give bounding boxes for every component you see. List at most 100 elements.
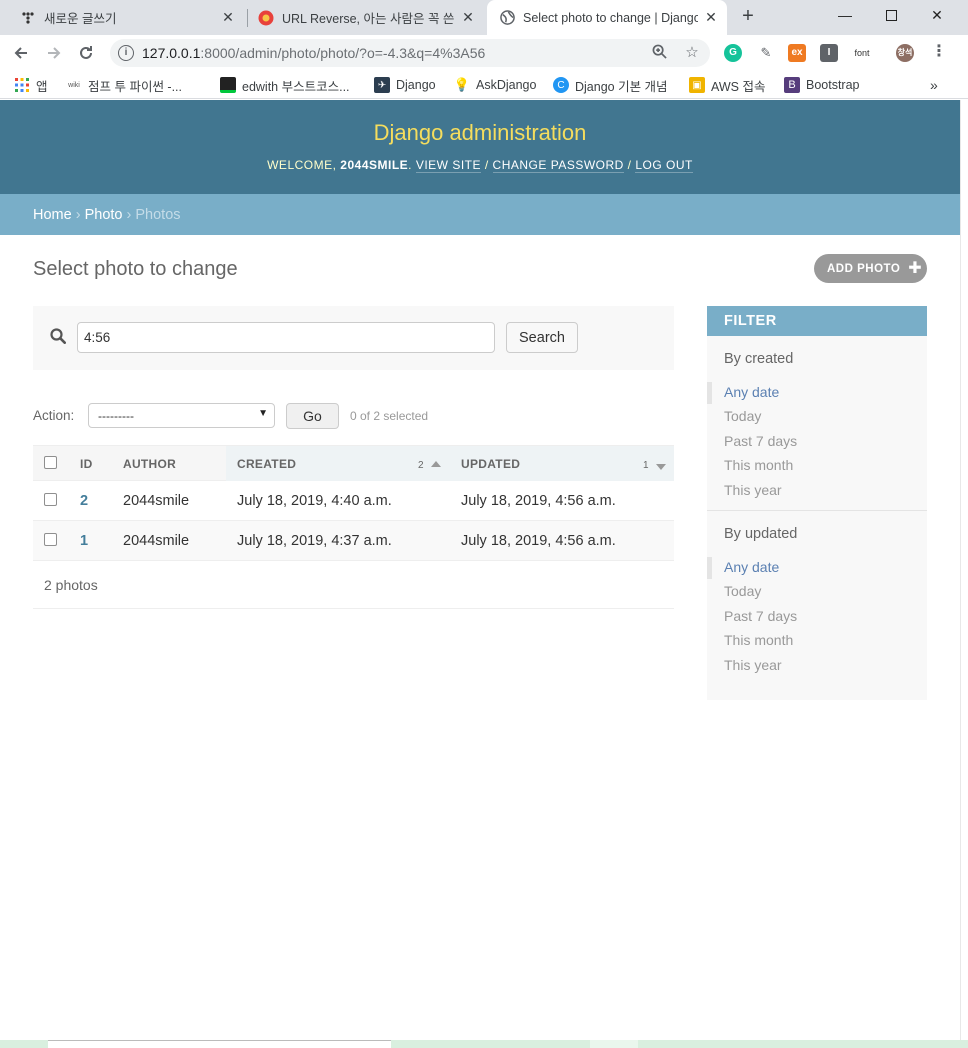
bookmark-askdjango[interactable]: 💡 AskDjango [454, 76, 537, 94]
filter-created-today[interactable]: Today [724, 406, 910, 430]
search-icon [50, 328, 66, 344]
tab-url-reverse[interactable]: URL Reverse, 아는 사람은 꼭 쓴 ✕ [250, 0, 484, 35]
extension-ex-icon[interactable]: ex [788, 44, 806, 62]
bookmark-aws[interactable]: ▣ AWS 접속 [689, 76, 765, 94]
filter-created-this-year[interactable]: This year [724, 480, 910, 504]
row-checkbox[interactable] [44, 533, 57, 546]
window-edge [960, 100, 968, 1040]
search-button[interactable]: Search [506, 322, 578, 353]
bootstrap-icon: B [784, 77, 800, 93]
table-row: 2 2044smile July 18, 2019, 4:40 a.m. Jul… [33, 481, 674, 521]
font-extension-label: font [854, 48, 870, 58]
column-created[interactable]: Created 2 [226, 446, 450, 481]
bookmark-apps[interactable]: 앱 [14, 76, 48, 94]
eyedropper-icon[interactable]: ✎ [757, 44, 775, 62]
plus-icon: ✚ [908, 259, 923, 277]
column-id[interactable]: ID [80, 446, 93, 481]
url-path: :8000/admin/photo/photo/?o=-4.3&q=4%3A56 [200, 45, 486, 61]
tistory-icon [20, 10, 36, 26]
column-created-label: Created [237, 457, 297, 471]
avatar[interactable]: 창석 [896, 44, 914, 62]
row-updated: July 18, 2019, 4:56 a.m. [461, 493, 616, 509]
select-all-checkbox[interactable] [44, 456, 57, 469]
back-icon[interactable] [9, 41, 33, 65]
search-input[interactable] [77, 322, 495, 353]
filter-created-past-7-days[interactable]: Past 7 days [724, 431, 910, 455]
tab-new-post[interactable]: 새로운 글쓰기 ✕ [12, 0, 244, 35]
close-icon[interactable]: ✕ [460, 9, 476, 25]
window-close-icon[interactable]: ✕ [914, 0, 960, 30]
filter-group-updated: By updated Any date Today Past 7 days Th… [707, 526, 927, 679]
address-bar[interactable]: i 127.0.0.1:8000/admin/photo/photo/?o=-4… [110, 39, 710, 67]
filter-updated-today[interactable]: Today [724, 581, 910, 605]
site-branding[interactable]: Django administration [0, 120, 960, 146]
star-icon[interactable]: ☆ [683, 44, 701, 62]
filter-updated-this-month[interactable]: This month [724, 630, 910, 654]
minimize-icon[interactable]: — [822, 0, 868, 30]
extension-i-icon[interactable]: I [820, 44, 838, 62]
log-out-link[interactable]: Log out [635, 158, 693, 173]
breadcrumb-home[interactable]: Home [33, 207, 72, 223]
profile-label: 창석 [897, 48, 913, 57]
bookmark-django-basics[interactable]: C Django 기본 개념 [553, 76, 668, 94]
changelist-filter: Filter By created Any date Today Past 7 … [707, 306, 927, 700]
view-site-link[interactable]: View site [415, 158, 482, 173]
filter-updated-any-date[interactable]: Any date [707, 556, 910, 581]
sort-descending-icon[interactable] [656, 464, 666, 470]
filter-group-created: By created Any date Today Past 7 days Th… [707, 351, 927, 504]
grammarly-icon[interactable]: G [724, 44, 742, 62]
column-author[interactable]: Author [123, 446, 176, 481]
row-updated: July 18, 2019, 4:56 a.m. [461, 533, 616, 549]
filter-updated-past-7-days[interactable]: Past 7 days [724, 606, 910, 630]
bookmark-label: AskDjango [476, 78, 537, 92]
filter-title: By updated [724, 525, 798, 542]
table-header: ID Author Created 2 Updated 1 [33, 445, 674, 481]
zoom-icon[interactable] [650, 44, 668, 62]
bookmarks-overflow-icon[interactable]: » [930, 76, 938, 94]
edwith-icon [220, 77, 236, 93]
bookmarks-bar: 앱 wiki 점프 투 파이썬 -... edwith 부스트코스... ✈ D… [0, 71, 968, 99]
reload-icon[interactable] [74, 41, 98, 65]
filter-divider [707, 509, 927, 511]
tab-title: Select photo to change | Django [523, 10, 698, 25]
change-password-link[interactable]: Change password [492, 158, 624, 173]
filter-updated-this-year[interactable]: This year [724, 655, 910, 679]
filter-created-any-date[interactable]: Any date [707, 382, 910, 406]
forward-icon[interactable] [42, 41, 66, 65]
close-icon[interactable]: ✕ [703, 9, 719, 25]
browser-toolbar: i 127.0.0.1:8000/admin/photo/photo/?o=-4… [0, 35, 968, 71]
admin-header: Django administration Welcome, 2044smile… [0, 100, 960, 194]
add-photo-button[interactable]: Add photo ✚ [814, 254, 927, 283]
row-id-link[interactable]: 2 [80, 493, 88, 509]
bookmark-bootstrap[interactable]: B Bootstrap [784, 76, 860, 94]
taskbar-item[interactable] [590, 1040, 638, 1048]
dropdown-arrow-icon: ▼ [258, 408, 268, 419]
row-created: July 18, 2019, 4:40 a.m. [237, 493, 392, 509]
browser-tab-strip: 새로운 글쓰기 ✕ URL Reverse, 아는 사람은 꼭 쓴 ✕ Sele… [0, 0, 968, 35]
filter-created-this-month[interactable]: This month [724, 455, 910, 479]
maximize-icon[interactable] [868, 0, 914, 30]
breadcrumb-photo[interactable]: Photo [85, 207, 123, 223]
bookmark-jump-to-python[interactable]: wiki 점프 투 파이썬 -... [66, 76, 182, 94]
row-checkbox[interactable] [44, 493, 57, 506]
column-updated-label: Updated [461, 457, 521, 471]
column-updated[interactable]: Updated 1 [450, 446, 674, 481]
close-icon[interactable]: ✕ [220, 9, 236, 25]
row-created: July 18, 2019, 4:37 a.m. [237, 533, 392, 549]
info-icon[interactable]: i [118, 45, 134, 61]
font-extension-icon[interactable]: font [850, 44, 874, 62]
bookmark-edwith[interactable]: edwith 부스트코스... [220, 76, 350, 94]
username: 2044smile [340, 158, 409, 172]
new-tab-icon[interactable]: + [738, 6, 758, 27]
bookmark-django[interactable]: ✈ Django [374, 76, 436, 94]
paginator: 2 photos [33, 561, 674, 609]
bookmark-label: Bootstrap [806, 78, 860, 92]
go-button[interactable]: Go [286, 403, 339, 429]
menu-kebab-icon[interactable]: ⋮ [930, 44, 948, 62]
sort-ascending-icon[interactable] [431, 461, 441, 467]
row-id-link[interactable]: 1 [80, 533, 88, 549]
taskbar-item[interactable] [48, 1040, 391, 1048]
bookmark-label: Django [396, 78, 436, 92]
action-select[interactable]: --------- ▼ [88, 403, 275, 428]
tab-select-photo[interactable]: Select photo to change | Django ✕ [487, 0, 727, 35]
